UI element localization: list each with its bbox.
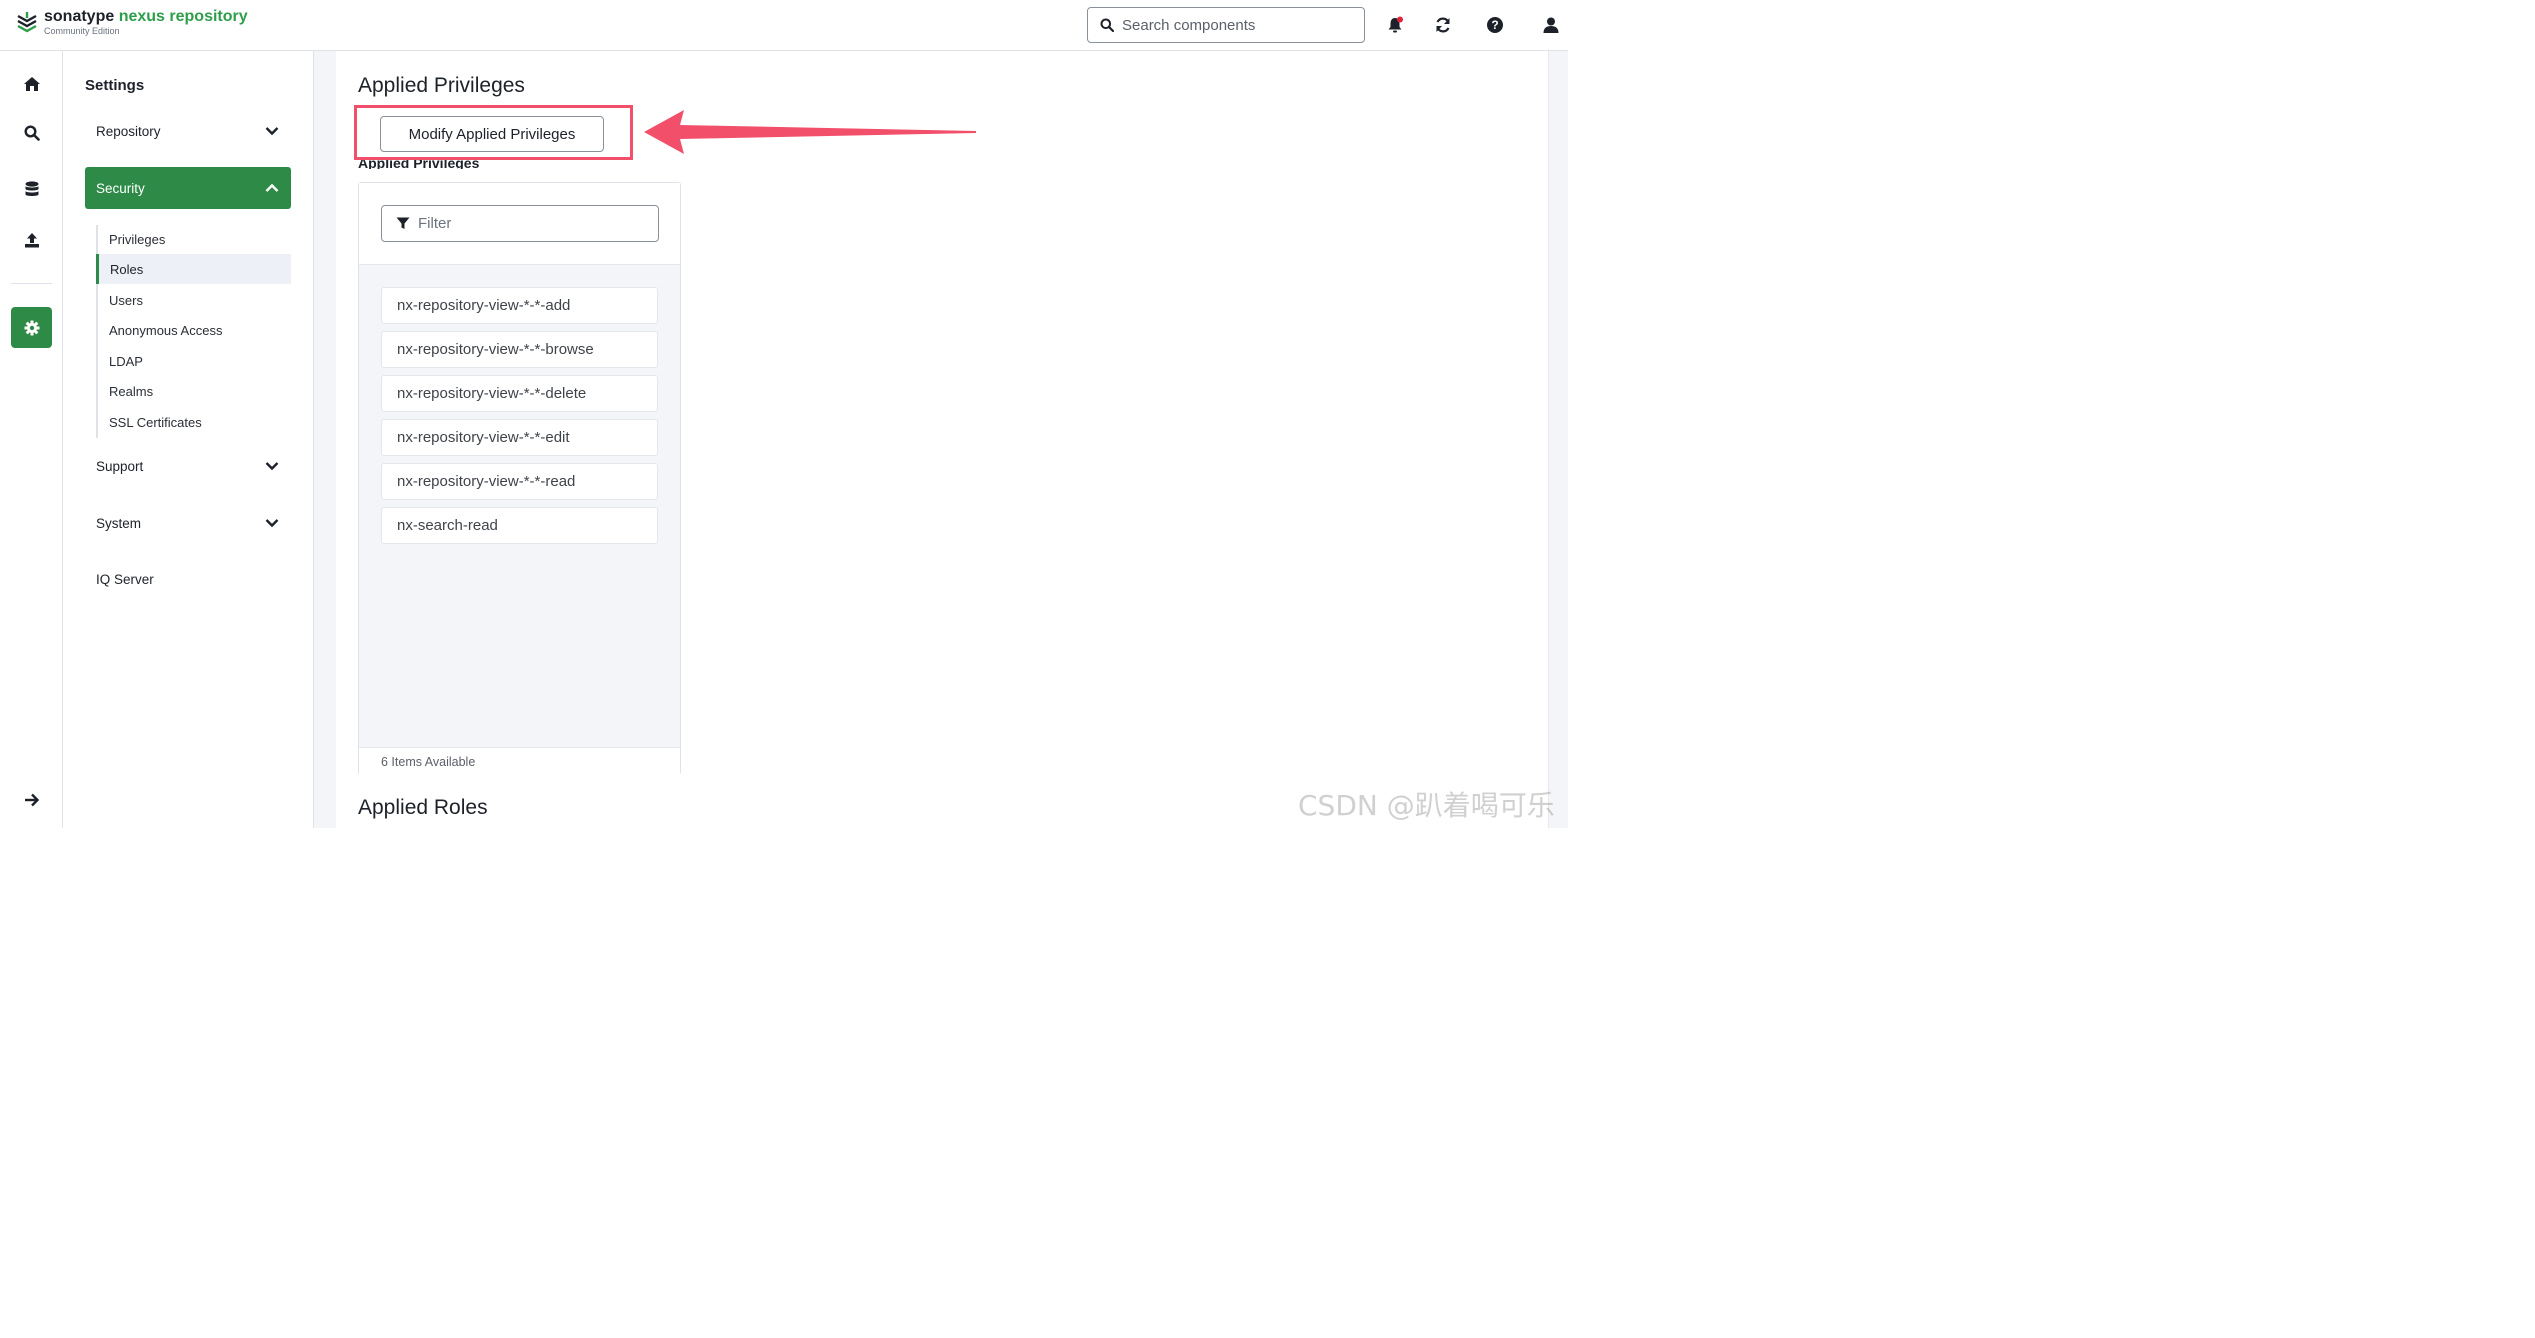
chevron-up-icon (265, 183, 279, 192)
section-title-applied-privileges: Applied Privileges (358, 74, 525, 97)
list-item[interactable]: nx-search-read (381, 507, 658, 544)
upload-icon[interactable] (11, 219, 52, 260)
annotation-highlight-box (354, 105, 633, 160)
list-item[interactable]: nx-repository-view-*-*-edit (381, 419, 658, 456)
search-icon (1100, 18, 1114, 32)
applied-privileges-list: nx-repository-view-*-*-add nx-repository… (358, 182, 681, 775)
svg-text:?: ? (1491, 18, 1498, 32)
chevron-down-icon (265, 127, 279, 136)
database-icon[interactable] (11, 169, 52, 210)
search-components-input[interactable] (1122, 16, 1352, 34)
list-item[interactable]: nx-repository-view-*-*-add (381, 287, 658, 324)
sidebar-section-label: Repository (96, 123, 161, 139)
user-icon[interactable] (1540, 14, 1562, 36)
section-title-applied-roles: Applied Roles (358, 796, 488, 819)
sonatype-logo-icon (17, 12, 37, 33)
sidebar-section-label: IQ Server (96, 571, 154, 587)
search-icon[interactable] (11, 112, 52, 153)
settings-sidebar: Settings Repository Security Privileges … (63, 51, 314, 828)
sidebar-section-repository[interactable]: Repository (85, 110, 291, 152)
sidebar-item-realms[interactable]: Realms (96, 376, 291, 406)
filter-icon (396, 217, 410, 229)
list-item[interactable]: nx-repository-view-*-*-browse (381, 331, 658, 368)
brand[interactable]: sonatype nexus repository Community Edit… (16, 8, 248, 37)
sidebar-item-privileges[interactable]: Privileges (96, 224, 291, 254)
sidebar-title: Settings (85, 77, 145, 94)
gear-icon[interactable] (11, 307, 52, 348)
sidebar-item-users[interactable]: Users (96, 285, 291, 315)
brand-name-1: sonatype (44, 8, 115, 25)
expand-arrow-icon[interactable] (11, 779, 52, 820)
refresh-icon[interactable] (1432, 14, 1454, 36)
rail-divider (11, 283, 52, 284)
sidebar-section-security[interactable]: Security (85, 167, 291, 209)
sidebar-section-iq-server[interactable]: IQ Server (85, 558, 291, 600)
sidebar-section-label: Support (96, 458, 144, 474)
list-header (359, 183, 680, 265)
scrollbar-track[interactable] (1548, 51, 1568, 828)
sidebar-item-ssl-certificates[interactable]: SSL Certificates (96, 407, 291, 437)
sidebar-item-roles[interactable]: Roles (96, 254, 291, 284)
list-item[interactable]: nx-repository-view-*-*-delete (381, 375, 658, 412)
bell-icon[interactable] (1384, 14, 1406, 36)
chevron-down-icon (265, 519, 279, 528)
sidebar-section-support[interactable]: Support (85, 445, 291, 487)
sidebar-item-anonymous-access[interactable]: Anonymous Access (96, 315, 291, 345)
filter-box[interactable] (381, 205, 659, 242)
items-available-count: 6 Items Available (359, 747, 680, 775)
top-header: sonatype nexus repository Community Edit… (0, 0, 1568, 51)
sidebar-item-ldap[interactable]: LDAP (96, 346, 291, 376)
filter-input[interactable] (418, 215, 648, 232)
watermark: CSDN @趴着喝可乐 (1298, 789, 1555, 822)
icon-rail (0, 51, 63, 828)
list-item[interactable]: nx-repository-view-*-*-read (381, 463, 658, 500)
sidebar-section-label: System (96, 515, 142, 531)
search-components-box[interactable] (1087, 7, 1365, 43)
annotation-arrow-icon (644, 110, 976, 154)
brand-name-2: nexus repository (118, 8, 248, 25)
home-icon[interactable] (11, 63, 52, 104)
help-icon[interactable]: ? (1484, 14, 1506, 36)
brand-edition: Community Edition (44, 26, 120, 36)
sidebar-section-system[interactable]: System (85, 502, 291, 544)
chevron-down-icon (265, 462, 279, 471)
sidebar-section-label: Security (96, 180, 145, 196)
